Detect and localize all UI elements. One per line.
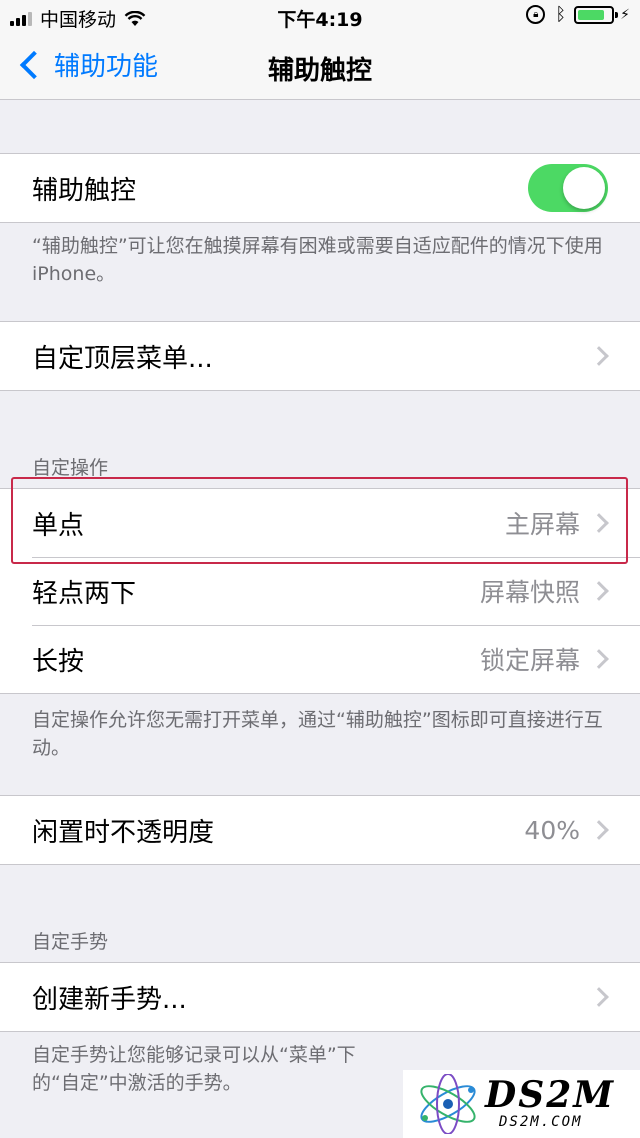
watermark-domain: DS2M.COM [499,1114,583,1130]
long-press-value: 锁定屏幕 [479,646,580,675]
idle-opacity-label: 闲置时不透明度 [32,817,215,848]
watermark: DS2M DS2M.COM [403,1070,640,1138]
status-right: 🔒︎ ᛒ ⚡︎ [526,4,630,25]
assistive-touch-footer: “辅助触控”可让您在触摸屏幕有困难或需要自适应配件的情况下使用 iPhone。 [32,235,603,285]
assistive-touch-group: 辅助触控 [0,153,640,223]
battery-tip [615,11,619,18]
long-press-label: 长按 [32,646,85,677]
chevron-right-icon [589,581,609,601]
customize-top-menu-row[interactable]: 自定顶层菜单... [0,322,640,390]
chevron-right-icon [589,649,609,669]
double-tap-value: 屏幕快照 [479,578,580,607]
double-tap-label: 轻点两下 [32,578,137,609]
battery-icon [574,5,619,24]
top-menu-group: 自定顶层菜单... [0,321,640,391]
atom-logo-icon [420,1074,476,1134]
double-tap-row[interactable]: 轻点两下 屏幕快照 [0,557,640,625]
idle-opacity-value: 40% [524,815,580,845]
charging-icon: ⚡︎ [620,6,630,23]
idle-opacity-row[interactable]: 闲置时不透明度 40% [0,796,640,864]
custom-actions-footer: 自定操作允许您无需打开菜单，通过“辅助触控”图标即可直接进行互动。 [32,709,603,759]
long-press-row[interactable]: 长按 锁定屏幕 [0,625,640,693]
customize-top-menu-label: 自定顶层菜单... [32,343,213,374]
bluetooth-icon: ᛒ [555,4,567,25]
assistive-touch-row: 辅助触控 [0,154,640,222]
assistive-touch-toggle[interactable] [528,164,608,212]
chevron-right-icon [589,987,609,1007]
chevron-right-icon [589,820,609,840]
status-bar: 中国移动 下午4:19 🔒︎ ᛒ ⚡︎ [0,0,640,32]
idle-opacity-group: 闲置时不透明度 40% [0,795,640,865]
highlight-box [11,477,628,564]
create-gesture-row[interactable]: 创建新手势... [0,963,640,1031]
page-title: 辅助触控 [267,56,372,86]
create-gesture-label: 创建新手势... [32,984,187,1015]
rotation-lock-icon: 🔒︎ [526,5,546,24]
custom-gestures-header: 自定手势 [32,931,109,953]
custom-gestures-group: 创建新手势... [0,962,640,1032]
toggle-knob [563,167,605,209]
custom-actions-header: 自定操作 [32,457,109,479]
custom-gestures-footer: 自定手势让您能够记录可以从“菜单”下的“自定”中激活的手势。 [32,1044,356,1094]
watermark-brand: DS2M [485,1074,616,1116]
battery-fill [578,9,604,20]
assistive-touch-label: 辅助触控 [32,175,137,206]
chevron-right-icon [589,346,609,366]
nav-bar: 辅助功能 辅助触控 [0,32,640,100]
